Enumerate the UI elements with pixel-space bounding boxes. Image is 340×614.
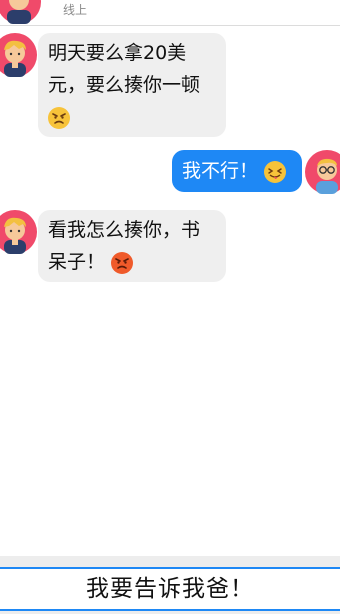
message-text: 我不行！ (182, 160, 259, 182)
tongue-face-icon (264, 160, 287, 183)
outgoing-message-bubble: 我不行！ (172, 150, 302, 192)
boy-avatar-icon[interactable] (0, 210, 37, 254)
message-text: 呆子！ (48, 251, 106, 273)
angry-face-icon (48, 107, 70, 129)
chat-header: 线上 (0, 0, 340, 26)
message-text: 明天要么拿20美 (48, 42, 187, 64)
reply-panel: 我要告诉我爸！ (0, 556, 340, 614)
message-text: 元，要么揍你一顿 (48, 74, 201, 96)
message-row: 我不行！ (0, 150, 340, 198)
nerd-avatar-icon[interactable] (305, 150, 340, 194)
message-row: 明天要么拿20美 元，要么揍你一顿 (0, 33, 340, 139)
boy-avatar-icon[interactable] (0, 33, 37, 77)
reply-option-button[interactable]: 我要告诉我爸！ (0, 567, 340, 611)
incoming-message-bubble: 看我怎么揍你，书 呆子！ (38, 210, 226, 282)
incoming-message-bubble: 明天要么拿20美 元，要么揍你一顿 (38, 33, 226, 137)
boy-avatar-icon[interactable] (0, 0, 41, 24)
message-row: 看我怎么揍你，书 呆子！ (0, 210, 340, 284)
message-text: 看我怎么揍你，书 (48, 219, 201, 241)
online-status: 线上 (63, 3, 88, 17)
red-angry-face-icon (111, 251, 134, 274)
